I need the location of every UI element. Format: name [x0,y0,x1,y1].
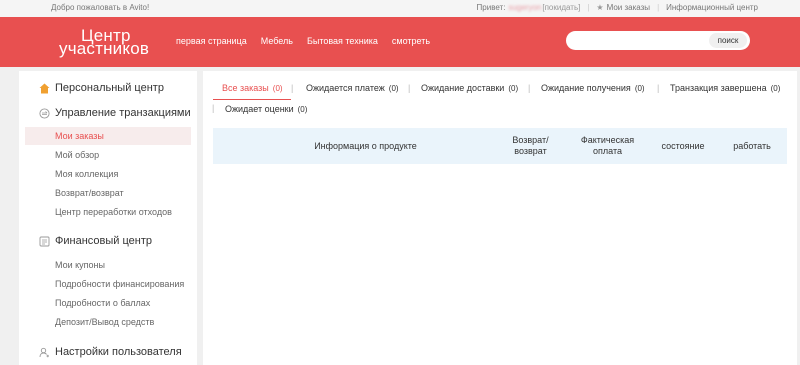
tab-count: (0) [770,84,781,93]
orders-panel: Все заказы (0) | Ожидается платеж (0) | Ож… [203,71,797,365]
tab-count: (0) [508,84,519,93]
active-item-highlight [25,127,191,145]
my-orders-link[interactable]: Мои заказы [607,3,650,12]
nav-furniture[interactable]: Мебель [261,36,293,46]
search-box: поиск [566,31,750,50]
top-utility-bar: Добро пожаловать в Avito! Привет: sugery… [0,0,800,17]
transactions-icon [38,107,50,119]
transactions-label: Управление транзакциями [55,107,191,119]
col-action: работать [733,141,771,151]
personal-center-heading[interactable]: Персональный центр [38,82,164,94]
search-button[interactable]: поиск [709,33,747,48]
sidebar-item-coupons[interactable]: Мои купоны [55,260,105,270]
tab-label: Все заказы [222,83,269,93]
col-actual-payment: Фактическая оплата [570,135,645,157]
tab-awaiting-receipt[interactable]: Ожидание получения (0) [541,83,645,93]
info-center-link[interactable]: Информационный центр [666,3,758,12]
tab-completed[interactable]: Транзакция завершена (0) [670,83,780,93]
sidebar-item-my-collection[interactable]: Моя коллекция [55,169,118,179]
col-return-line2: возврат [514,146,547,156]
header-bar: Центр участников первая страница Мебель … [0,17,800,67]
active-tab-underline [213,99,291,100]
sidebar-item-my-orders[interactable]: Мои заказы [55,131,104,141]
col-return: Возврат/ возврат [498,135,563,157]
tab-label: Ожидается платеж [306,83,385,93]
tab-label: Ожидание доставки [421,83,505,93]
finance-heading: Финансовый центр [38,235,152,247]
sidebar-item-financing-details[interactable]: Подробности финансирования [55,279,184,289]
tab-count: (0) [272,84,283,93]
tab-divider: | [657,83,660,93]
tab-awaiting-payment[interactable]: Ожидается платеж (0) [306,83,399,93]
transactions-heading: Управление транзакциями [38,107,191,119]
sidebar: Персональный центр Управление транзакция… [19,71,197,365]
nav-home[interactable]: первая страница [176,36,247,46]
member-center-logo[interactable]: Центр участников [59,27,150,58]
tab-label: Ожидает оценки [225,104,294,114]
home-icon [38,82,50,94]
sidebar-item-points-details[interactable]: Подробности о баллах [55,298,150,308]
tab-all-orders[interactable]: Все заказы (0) [222,83,283,93]
sidebar-item-recycling-center[interactable]: Центр переработки отходов [55,207,172,217]
user-settings-heading[interactable]: Настройки пользователя [38,346,182,358]
tab-count: (0) [297,105,308,114]
nav-watch[interactable]: смотреть [392,36,430,46]
logout-link[interactable]: [покидать] [542,3,580,12]
tab-count: (0) [634,84,645,93]
top-right-links: Привет: sugeryon [покидать] | ★ Мои зака… [477,3,758,12]
welcome-text: Добро пожаловать в Avito! [51,3,150,12]
search-input[interactable] [572,33,706,48]
tab-divider: | [528,83,531,93]
tab-divider: | [408,83,411,93]
col-product-info: Информация о продукте [314,141,417,151]
logo-line-2: участников [59,39,150,58]
tab-divider: | [212,103,215,113]
user-settings-label: Настройки пользователя [55,346,182,358]
sidebar-item-returns[interactable]: Возврат/возврат [55,188,124,198]
greeting-text: Привет: [476,3,506,12]
tab-label: Транзакция завершена [670,83,767,93]
col-status: состояние [661,141,705,151]
username-link[interactable]: sugeryon [508,3,541,12]
col-return-line1: Возврат/ [512,135,549,145]
sidebar-item-my-review[interactable]: Мой обзор [55,150,99,160]
tab-label: Ожидание получения [541,83,631,93]
user-icon [38,346,50,358]
finance-label: Финансовый центр [55,235,152,247]
orders-table-header: Информация о продукте Возврат/ возврат Ф… [213,128,787,164]
finance-icon [38,235,50,247]
personal-center-label: Персональный центр [55,82,164,94]
col-paid-line1: Фактическая [580,135,635,145]
tab-count: (0) [388,84,399,93]
tab-awaiting-review[interactable]: Ожидает оценки (0) [225,104,307,114]
sidebar-item-deposit-withdraw[interactable]: Депозит/Вывод средств [55,317,154,327]
divider: | [657,3,660,12]
star-icon: ★ [596,3,604,12]
nav-appliances[interactable]: Бытовая техника [307,36,378,46]
tab-awaiting-delivery[interactable]: Ожидание доставки (0) [421,83,518,93]
divider: | [587,3,590,12]
col-paid-line2: оплата [593,146,622,156]
main-nav: первая страница Мебель Бытовая техника с… [176,36,430,46]
tab-divider: | [291,83,294,93]
